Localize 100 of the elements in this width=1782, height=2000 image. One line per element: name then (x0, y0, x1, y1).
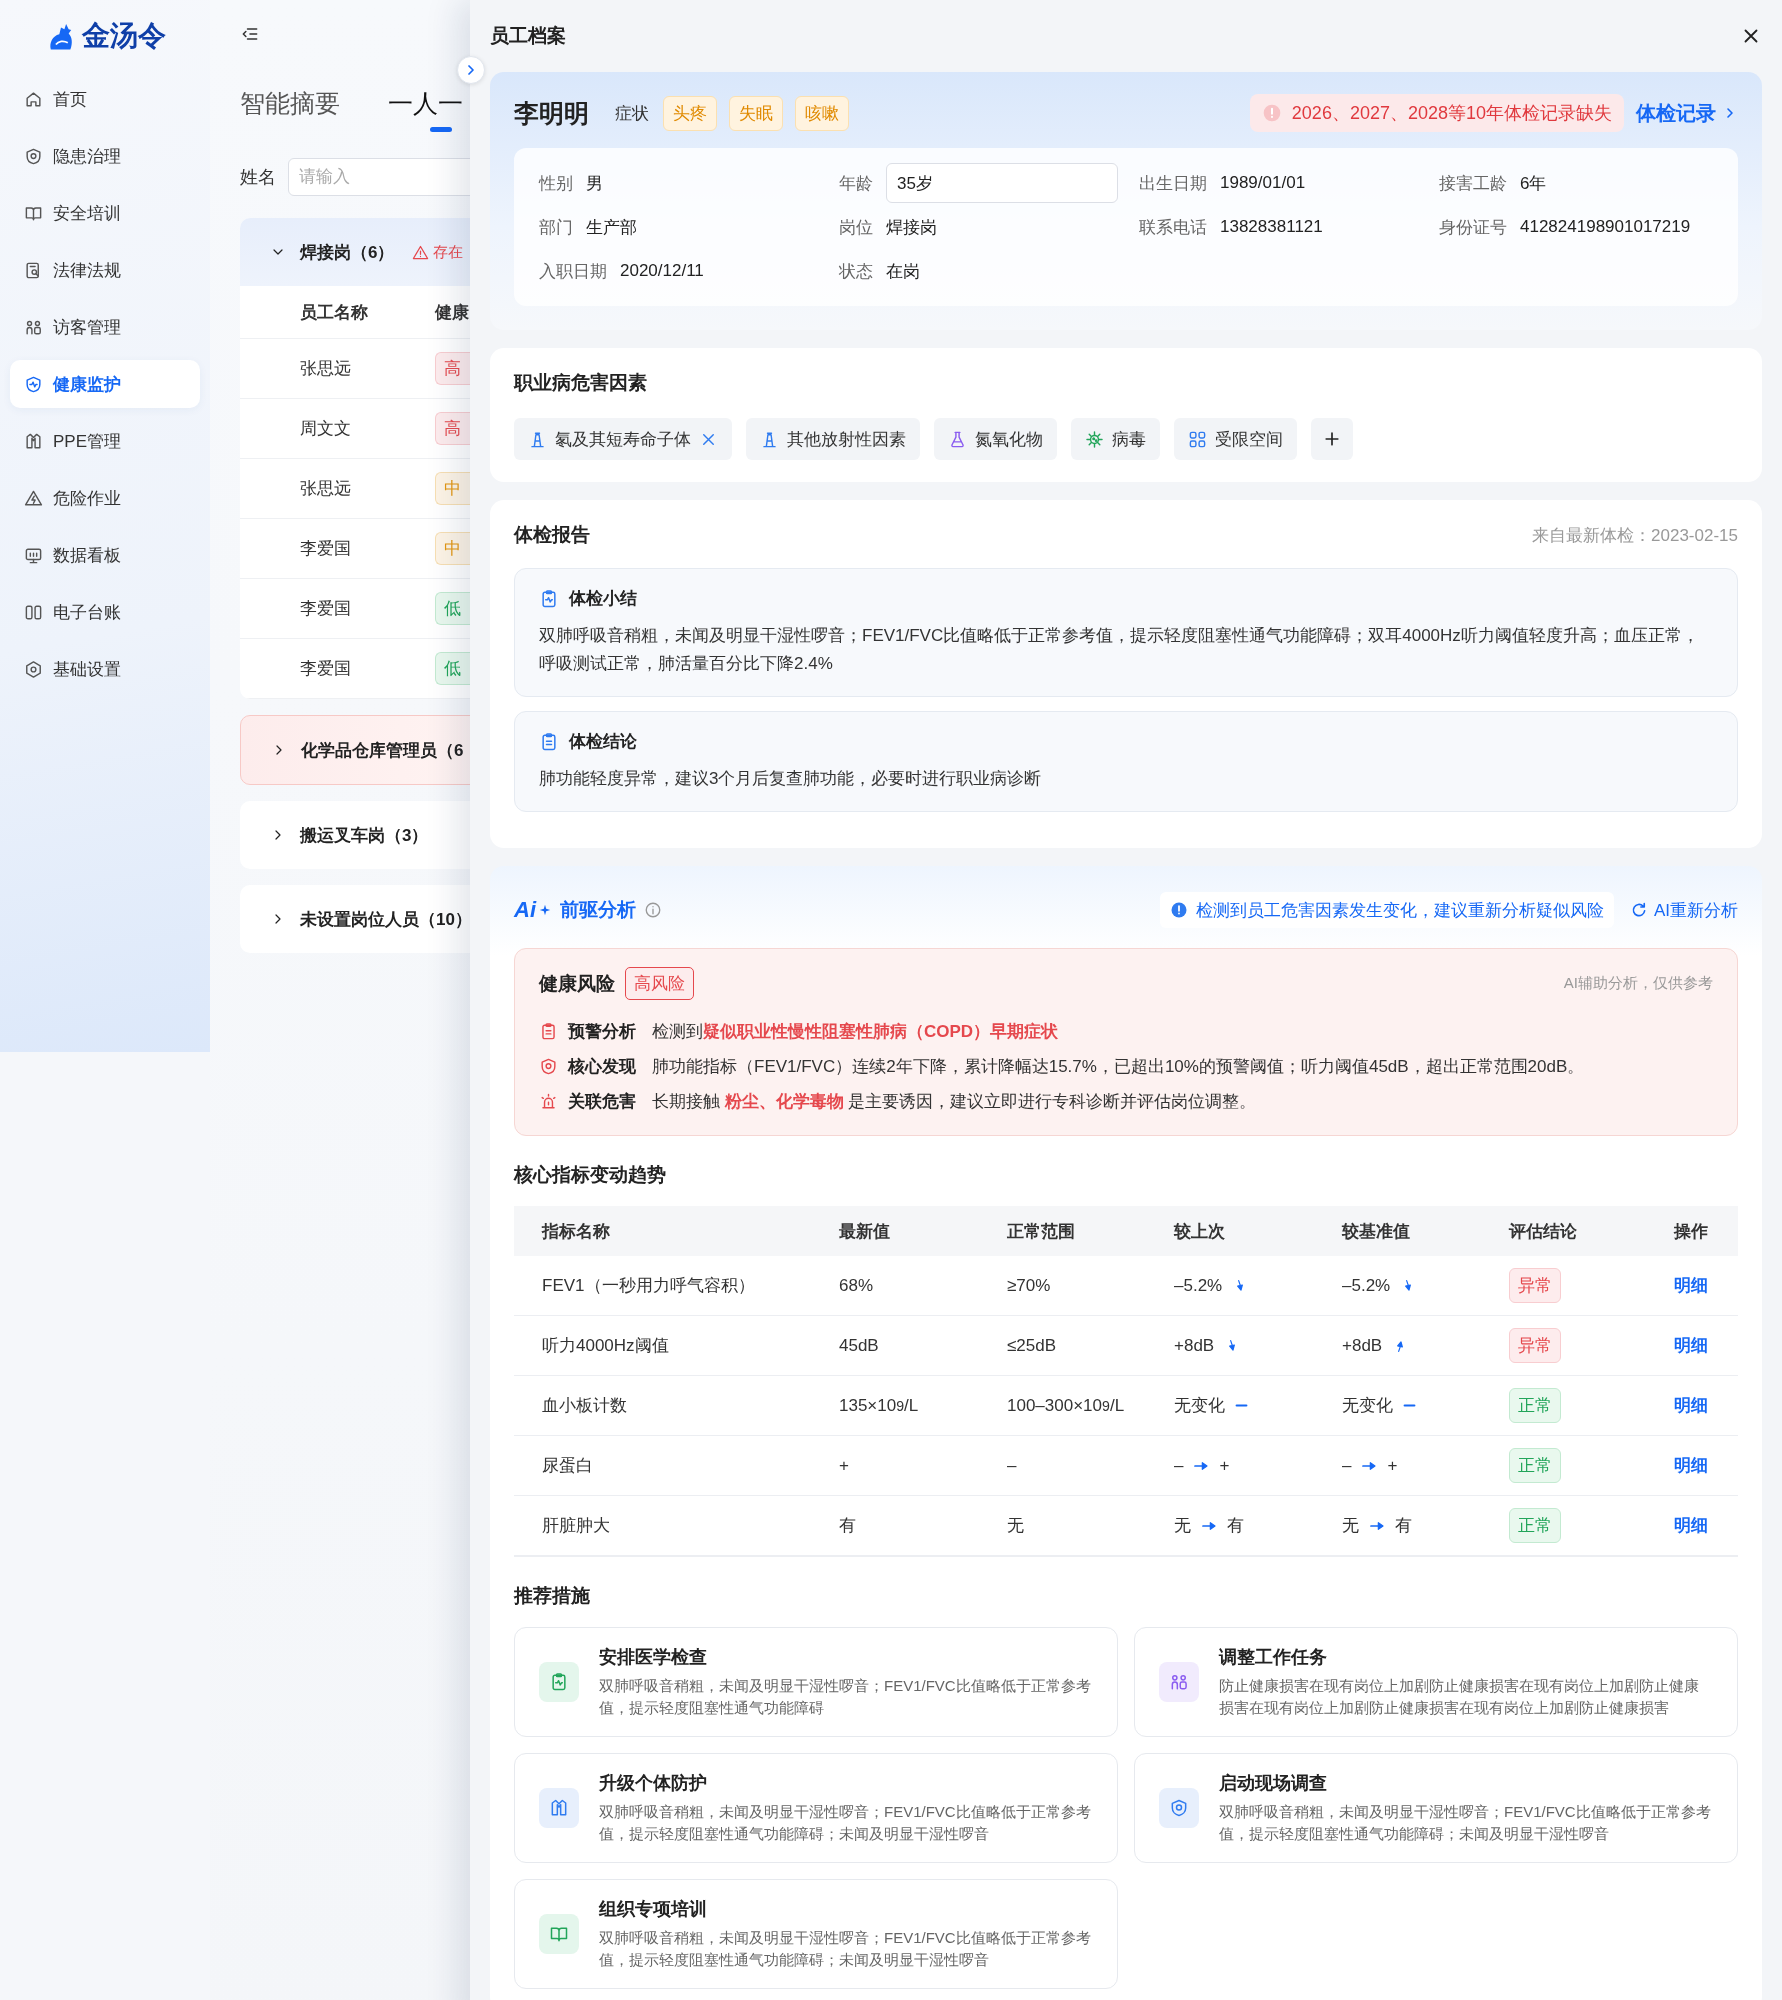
hazard-label: 氮氧化物 (975, 428, 1043, 451)
group-header[interactable]: 焊接岗（6） 存在 (240, 218, 470, 286)
home-icon (24, 89, 43, 109)
clipboard-list-icon (539, 731, 559, 752)
symptom-label: 症状 (615, 102, 649, 125)
jacket-icon (24, 431, 43, 451)
field-value: 412824198901017219 (1520, 217, 1691, 237)
risk-title: 健康风险 (539, 971, 615, 996)
sidebar-item[interactable]: 法律法规 (10, 246, 200, 294)
employee-name: 李爱国 (300, 598, 352, 620)
sidebar-item[interactable]: 电子台账 (10, 588, 200, 636)
field-label: 性别 (539, 172, 573, 195)
risk-tag: 高 (435, 412, 470, 445)
sidebar-item[interactable]: 访客管理 (10, 303, 200, 351)
column-header: 最新值 (839, 1220, 891, 1243)
symptom-tag: 失眠 (729, 95, 783, 131)
field-label: 年龄 (839, 172, 873, 195)
field-value: 在岗 (886, 260, 920, 283)
age-input[interactable]: 35岁 (886, 163, 1118, 203)
status-tag: 异常 (1509, 1268, 1561, 1304)
field-label: 联系电话 (1139, 216, 1207, 239)
detail-link[interactable]: 明细 (1674, 1334, 1708, 1358)
finding-label: 核心发现 (568, 1056, 636, 1079)
table-cell: +8dB (1174, 1335, 1215, 1356)
warning-text: 存在 (433, 242, 464, 262)
hazard-label: 病毒 (1112, 428, 1146, 451)
name-input[interactable]: 请输入 (288, 158, 470, 196)
finding-label: 预警分析 (568, 1021, 636, 1044)
detail-link[interactable]: 明细 (1674, 1274, 1708, 1298)
section-title: 前驱分析 (560, 898, 636, 923)
report-text: 双肺呼吸音稍粗，未闻及明显干湿性啰音；FEV1/FVC比值略低于正常参考值，提示轻度阻塞性通气功能障碍；双耳4000Hz听力阈值轻度升高；血压正常，呼吸测试正常，肺活量百分比下降2.4% (539, 625, 1700, 676)
risk-tag: 低 (435, 592, 470, 625)
tower-icon (528, 429, 547, 449)
column-header: 指标名称 (542, 1220, 611, 1243)
section-title: 推荐措施 (514, 1584, 591, 1609)
table-cell: + (1387, 1455, 1398, 1476)
measure-title: 升级个体防护 (599, 1771, 708, 1795)
status-tag: 异常 (1509, 1328, 1561, 1364)
sidebar-item[interactable]: 危险作业 (10, 474, 200, 522)
field-value: 2020/12/11 (620, 261, 704, 281)
finding-label: 关联危害 (568, 1091, 636, 1114)
hazard-label: 受限空间 (1215, 428, 1283, 451)
sidebar-item[interactable]: 安全培训 (10, 189, 200, 237)
warning-text: 2026、2027、2028等10年体检记录缺失 (1291, 102, 1612, 125)
columns-icon (24, 602, 43, 622)
add-button[interactable] (1311, 418, 1353, 460)
sidebar-item[interactable]: 数据看板 (10, 531, 200, 579)
shield-icon (539, 1057, 558, 1077)
shield-pulse-icon (24, 374, 43, 394)
table-cell: –5.2% (1174, 1275, 1223, 1296)
table-cell-text: 无 (1007, 1515, 1025, 1538)
table-cell-text: – (1007, 1455, 1018, 1476)
sidebar-item[interactable]: 健康监护 (10, 360, 200, 408)
column-header: 操作 (1674, 1220, 1709, 1243)
finding-text: 肺功能指标（FEV1/FVC）连续2年下降，累计降幅达15.7%，已超出10%的预警阈值；听力阈值45dB，超出正常范围20dB。 (652, 1056, 1585, 1079)
hazard-label: 其他放射性因素 (787, 428, 906, 451)
status-tag: 正常 (1509, 1388, 1561, 1424)
virus-icon (1085, 429, 1104, 449)
table-cell-text: 听力4000Hz阈值 (542, 1335, 670, 1358)
detail-link[interactable]: 明细 (1674, 1394, 1708, 1418)
tab[interactable]: 一人一 (388, 84, 463, 134)
records-link[interactable]: 体检记录 (1636, 99, 1738, 127)
group-title: 搬运叉车岗（3） (300, 824, 429, 847)
table-cell-text: 无变化 (1174, 1395, 1225, 1418)
tab[interactable]: 智能摘要 (240, 84, 340, 134)
tower-icon (760, 429, 779, 449)
table-cell-text: 无 (1342, 1515, 1359, 1538)
table-cell-text: 有 (1395, 1515, 1412, 1538)
reanalyze-link[interactable]: AI重新分析 (1629, 898, 1738, 922)
column-header: 健康 (435, 301, 470, 324)
risk-tag: 中 (435, 532, 470, 565)
detail-link[interactable]: 明细 (1674, 1514, 1708, 1538)
warning-icon (412, 243, 430, 261)
table-cell: +8dB (1342, 1335, 1383, 1356)
sidebar-item[interactable]: 基础设置 (10, 645, 200, 693)
table-cell-text: 有 (1227, 1515, 1244, 1538)
employee-name: 周文文 (300, 418, 352, 440)
field-value: 男 (586, 172, 603, 195)
measure-title: 启动现场调查 (1219, 1771, 1328, 1795)
employee-name: 李爱国 (300, 658, 352, 680)
measure-text: 双肺呼吸音稍粗，未闻及明显干湿性啰音；FEV1/FVC比值略低于正常参考值，提示轻度阻塞性通气功能障碍；未闻及明显干湿性啰音 (1219, 1801, 1712, 1845)
field-value: 13828381121 (1220, 217, 1323, 237)
table-cell: –5.2% (1342, 1275, 1391, 1296)
sidebar-item[interactable]: 隐患治理 (10, 132, 200, 180)
brand-name: 金汤令 (82, 19, 166, 53)
notice-text: 检测到员工危害因素发生变化，建议重新分析疑似风险 (1195, 899, 1604, 922)
field-label: 入职日期 (539, 260, 607, 283)
column-header: 较基准值 (1342, 1220, 1411, 1243)
monitor-icon (24, 545, 43, 565)
detail-link[interactable]: 明细 (1674, 1454, 1708, 1478)
table-cell-text: 无 (1174, 1515, 1191, 1538)
alert-icon (1261, 103, 1282, 123)
alert-icon (1169, 901, 1188, 920)
column-header: 正常范围 (1007, 1220, 1076, 1243)
table-cell-text: ≥70% (1007, 1275, 1052, 1296)
section-title: 职业病危害因素 (514, 371, 648, 395)
dash-icon (1235, 1404, 1248, 1408)
sidebar-item[interactable]: 首页 (10, 75, 200, 123)
sidebar-item[interactable]: PPE管理 (10, 417, 200, 465)
status-tag: 正常 (1509, 1508, 1561, 1544)
